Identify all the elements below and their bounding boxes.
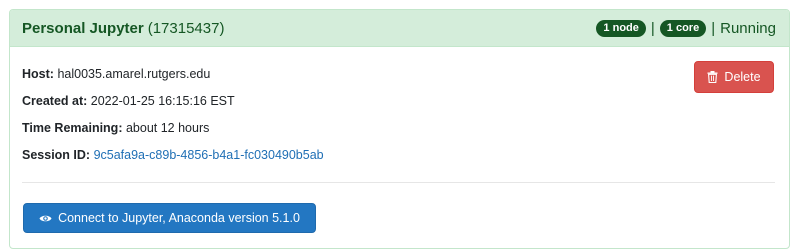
connect-button-label: Connect to Jupyter, Anaconda version 5.1… bbox=[58, 211, 300, 225]
session-app-name: Personal Jupyter bbox=[22, 19, 144, 37]
session-id-label: Session ID: bbox=[22, 148, 91, 162]
status-separator: | bbox=[711, 19, 716, 37]
time-remaining-row: Time Remaining: about 12 hours bbox=[22, 121, 209, 135]
host-label: Host: bbox=[22, 67, 54, 81]
time-remaining-label: Time Remaining: bbox=[22, 121, 123, 135]
session-id-row: Session ID: 9c5afa9a-c89b-4856-b4a1-fc03… bbox=[22, 148, 324, 162]
trash-icon bbox=[707, 71, 718, 83]
cores-badge: 1 core bbox=[659, 19, 707, 37]
host-row: Host: hal0035.amarel.rutgers.edu bbox=[22, 67, 210, 81]
session-number: (17315437) bbox=[147, 19, 225, 37]
session-id-link[interactable]: 9c5afa9a-c89b-4856-b4a1-fc030490b5ab bbox=[94, 148, 324, 162]
delete-button[interactable]: Delete bbox=[694, 61, 774, 93]
status-text: Running bbox=[720, 19, 776, 37]
eye-icon bbox=[39, 214, 52, 223]
created-row: Created at: 2022-01-25 16:15:16 EST bbox=[22, 94, 235, 108]
host-value: hal0035.amarel.rutgers.edu bbox=[57, 67, 211, 81]
session-status-group: 1 node | 1 core | Running bbox=[596, 19, 776, 37]
nodes-badge: 1 node bbox=[596, 19, 646, 37]
status-separator: | bbox=[650, 19, 655, 37]
connect-to-jupyter-button[interactable]: Connect to Jupyter, Anaconda version 5.1… bbox=[23, 203, 316, 233]
session-card: Personal Jupyter (17315437) 1 node | 1 c… bbox=[9, 9, 790, 249]
created-value: 2022-01-25 16:15:16 EST bbox=[90, 94, 235, 108]
created-label: Created at: bbox=[22, 94, 88, 108]
delete-button-label: Delete bbox=[724, 70, 761, 84]
section-divider bbox=[22, 182, 775, 183]
session-card-header: Personal Jupyter (17315437) 1 node | 1 c… bbox=[10, 10, 789, 47]
session-title: Personal Jupyter (17315437) bbox=[22, 20, 224, 37]
time-remaining-value: about 12 hours bbox=[125, 121, 210, 135]
